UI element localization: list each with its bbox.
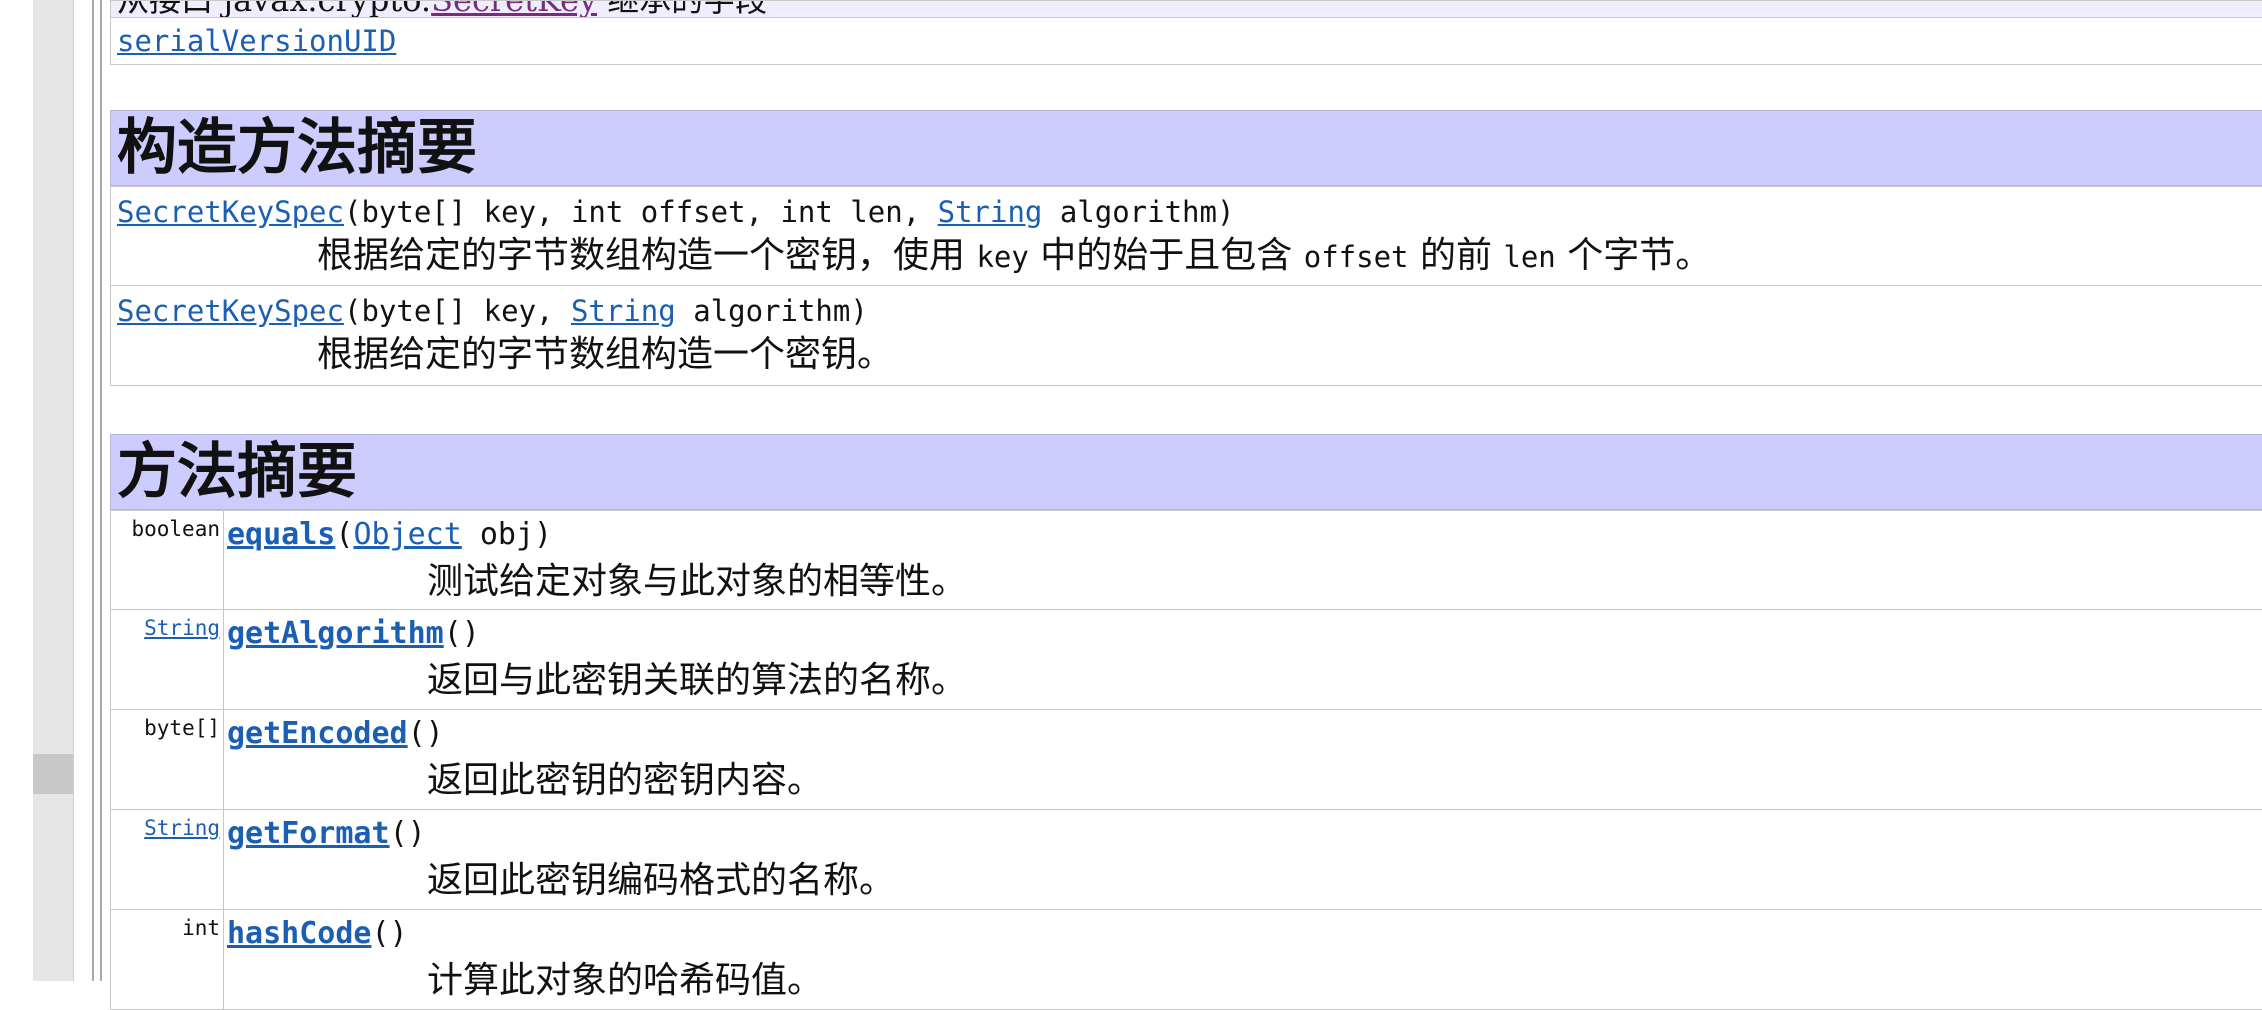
javadoc-content: 从接口 javax.crypto.SecretKey 继承的字段 serialV… [108,0,2262,1010]
desc-code: key [976,240,1029,274]
method-signature: getEncoded() [227,712,823,756]
string-return-link[interactable]: String [144,616,220,640]
constructor-description: 根据给定的字节数组构造一个密钥，使用 key 中的始于且包含 offset 的前… [117,233,2262,280]
method-row: int hashCode() 计算此对象的哈希码值。 [110,910,2262,1010]
desc-text: 根据给定的字节数组构造一个密钥，使用 [317,235,977,276]
string-return-link[interactable]: String [144,816,220,840]
return-type: int [111,910,224,1009]
method-summary-heading: 方法摘要 [110,434,2262,510]
method-link-equals[interactable]: equals [227,517,335,552]
desc-text: 个字节。 [1555,235,1712,276]
constructor-params-end: algorithm) [1042,195,1235,229]
constructor-row: SecretKeySpec(byte[] key, String algorit… [110,286,2262,386]
constructor-summary-table: SecretKeySpec(byte[] key, int offset, in… [110,186,2262,386]
method-row: byte[] getEncoded() 返回此密钥的密钥内容。 [110,710,2262,810]
inherited-fields-table: 从接口 javax.crypto.SecretKey 继承的字段 serialV… [110,0,2262,65]
method-params: () [389,816,426,851]
vertical-scrollbar[interactable] [33,0,74,981]
object-type-link[interactable]: Object [353,517,461,552]
frame-border-left [92,0,94,981]
constructor-row: SecretKeySpec(byte[] key, int offset, in… [110,186,2262,286]
string-type-link[interactable]: String [938,195,1043,229]
constructor-description: 根据给定的字节数组构造一个密钥。 [317,334,894,375]
constructor-link[interactable]: SecretKeySpec [117,195,344,229]
method-description: 返回此密钥编码格式的名称。 [427,860,896,901]
method-signature: getFormat() [227,812,895,856]
inherited-suffix: 继承的字段 [597,1,767,17]
method-params: obj) [461,517,553,552]
method-description: 返回与此密钥关联的算法的名称。 [427,660,968,701]
constructor-params-end: algorithm) [675,294,868,328]
constructor-link[interactable]: SecretKeySpec [117,294,344,328]
constructor-summary-heading: 构造方法摘要 [110,110,2262,186]
method-link-getformat[interactable]: getFormat [227,816,390,851]
method-row: String getAlgorithm() 返回与此密钥关联的算法的名称。 [110,610,2262,710]
method-signature: equals(Object obj) [227,513,967,557]
method-params: () [371,916,408,951]
method-signature: hashCode() [227,912,823,956]
desc-text: 中的始于且包含 [1028,235,1304,276]
return-type: byte[] [111,710,224,809]
method-description: 测试给定对象与此对象的相等性。 [427,561,968,602]
inherited-fields-row: serialVersionUID [111,18,2262,64]
desc-code: len [1503,240,1556,274]
method-link-getencoded[interactable]: getEncoded [227,716,408,751]
constructor-signature: SecretKeySpec(byte[] key, String algorit… [117,290,2262,332]
string-type-link[interactable]: String [571,294,676,328]
return-type: String [111,810,224,909]
constructor-params: (byte[] key, int offset, int len, [343,195,938,229]
return-type: boolean [111,511,224,609]
secretkey-interface-link[interactable]: SecretKey [431,1,597,17]
method-description: 返回此密钥的密钥内容。 [427,760,824,801]
return-type: String [111,610,224,709]
method-link-hashcode[interactable]: hashCode [227,916,372,951]
method-link-getalgorithm[interactable]: getAlgorithm [227,616,444,651]
constructor-signature: SecretKeySpec(byte[] key, int offset, in… [117,191,2262,233]
method-description: 计算此对象的哈希码值。 [427,960,824,1001]
scrollbar-thumb[interactable] [33,754,73,794]
left-margin [0,0,33,981]
method-row: boolean equals(Object obj) 测试给定对象与此对象的相等… [110,510,2262,610]
serialversionuid-link[interactable]: serialVersionUID [117,20,396,62]
inherited-fields-header: 从接口 javax.crypto.SecretKey 继承的字段 [111,1,2262,18]
desc-code: offset [1303,240,1409,274]
method-row: String getFormat() 返回此密钥编码格式的名称。 [110,810,2262,910]
method-summary-table: boolean equals(Object obj) 测试给定对象与此对象的相等… [110,510,2262,1010]
frame-border-right [100,0,102,981]
constructor-params: (byte[] key, [343,294,571,328]
method-params: () [443,616,480,651]
paren: ( [335,517,354,552]
desc-text: 的前 [1408,235,1504,276]
method-signature: getAlgorithm() [227,612,967,656]
inherited-prefix: 从接口 javax.crypto. [117,1,431,17]
method-params: () [407,716,444,751]
